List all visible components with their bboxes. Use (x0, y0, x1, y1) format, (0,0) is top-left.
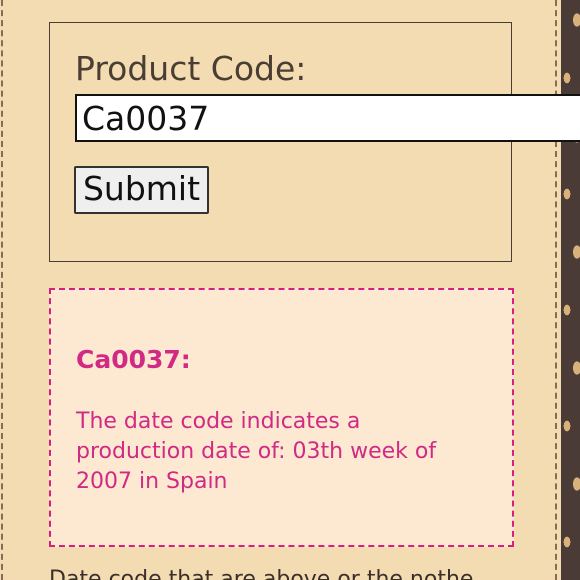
right-pattern-strip (561, 0, 580, 580)
submit-button[interactable]: Submit (74, 166, 209, 214)
footer-text: Date code that are above or the nothe (49, 567, 474, 580)
result-code-heading: Ca0037: (76, 345, 191, 374)
right-dashed-border (555, 0, 557, 580)
result-message: The date code indicates a production dat… (76, 409, 437, 494)
left-dashed-border (1, 0, 3, 580)
product-code-label: Product Code: (75, 49, 307, 88)
product-code-input[interactable]: Ca0037 (75, 94, 580, 142)
